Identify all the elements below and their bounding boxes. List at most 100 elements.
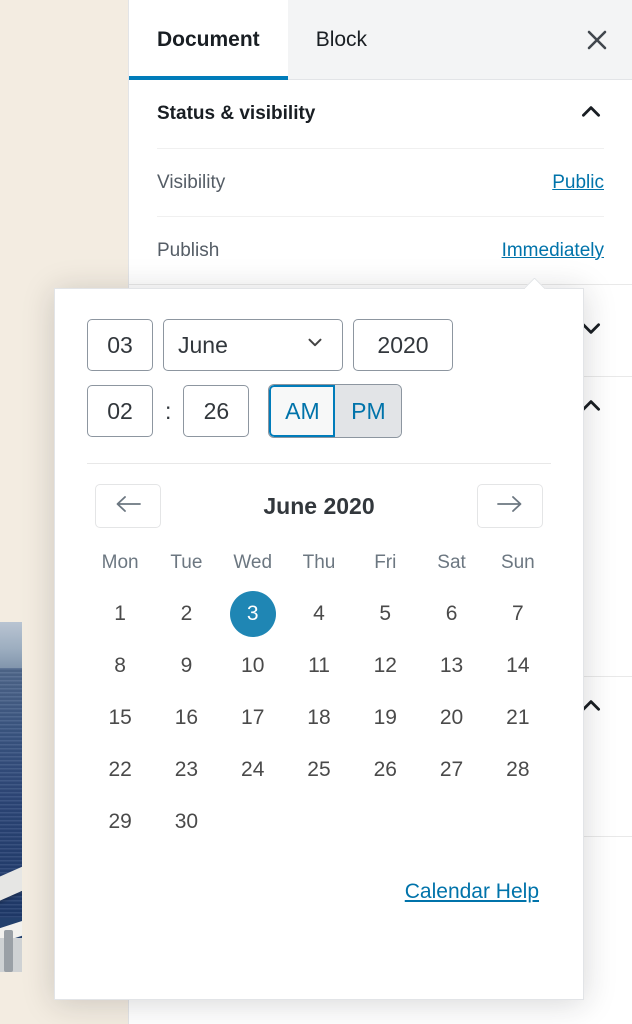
next-month-button[interactable]: [477, 484, 543, 528]
calendar-body: 1 2 3 4 5 6 7 8 9 10 11 12 13 14 15 16 17 18 19 20 21 22 23 24 2…: [87, 588, 551, 848]
calendar-day-2[interactable]: 2: [163, 591, 209, 637]
am-button[interactable]: AM: [269, 385, 336, 437]
calendar-day-23[interactable]: 23: [163, 747, 209, 793]
calendar-day-6[interactable]: 6: [429, 591, 475, 637]
arrow-left-icon: [113, 493, 143, 520]
calendar-cell: 5: [352, 588, 418, 640]
calendar-day-22[interactable]: 22: [97, 747, 143, 793]
calendar-day-14[interactable]: 14: [495, 643, 541, 689]
calendar-cell: 22: [87, 744, 153, 796]
calendar-day-29[interactable]: 29: [97, 799, 143, 845]
popover-arrow: [525, 278, 547, 289]
calendar-day-4[interactable]: 4: [296, 591, 342, 637]
publish-label: Publish: [157, 239, 220, 261]
calendar-day-21[interactable]: 21: [495, 695, 541, 741]
minute-input[interactable]: 26: [183, 385, 250, 437]
calendar-cell: 19: [352, 692, 418, 744]
tab-block[interactable]: Block: [288, 0, 395, 79]
calendar-cell: 15: [87, 692, 153, 744]
calendar-day-8[interactable]: 8: [97, 643, 143, 689]
publish-value-link[interactable]: Immediately: [502, 240, 604, 262]
status-visibility-header[interactable]: Status & visibility: [157, 80, 604, 148]
calendar-day-28[interactable]: 28: [495, 747, 541, 793]
weekday-mon: Mon: [101, 552, 139, 573]
calendar-day-empty: [296, 797, 342, 843]
weekday-fri: Fri: [374, 552, 397, 573]
calendar-cell: 18: [286, 692, 352, 744]
calendar-cell: 27: [418, 744, 484, 796]
weekday-tue: Tue: [170, 552, 203, 573]
calendar-cell: 16: [153, 692, 219, 744]
calendar-day-17[interactable]: 17: [230, 695, 276, 741]
calendar-day-19[interactable]: 19: [362, 695, 408, 741]
calendar-cell: 25: [286, 744, 352, 796]
calendar-cell: 26: [352, 744, 418, 796]
calendar-week-row: 15 16 17 18 19 20 21: [87, 692, 551, 744]
calendar-cell: 12: [352, 640, 418, 692]
day-input[interactable]: 03: [87, 319, 153, 371]
calendar-day-26[interactable]: 26: [362, 747, 408, 793]
calendar-day-18[interactable]: 18: [296, 695, 342, 741]
calendar-day-16[interactable]: 16: [163, 695, 209, 741]
visibility-label: Visibility: [157, 171, 226, 193]
calendar-week-row: 8 9 10 11 12 13 14: [87, 640, 551, 692]
calendar-day-20[interactable]: 20: [429, 695, 475, 741]
calendar-day-12[interactable]: 12: [362, 643, 408, 689]
calendar-cell: 21: [485, 692, 551, 744]
tab-document[interactable]: Document: [129, 0, 288, 80]
chevron-up-icon[interactable]: [578, 99, 604, 130]
calendar-cell: 24: [220, 744, 286, 796]
calendar-day-3[interactable]: 3: [229, 591, 276, 637]
calendar-cell: 23: [153, 744, 219, 796]
weekday-sat: Sat: [437, 552, 466, 573]
calendar-cell: 9: [153, 640, 219, 692]
month-select[interactable]: June: [163, 319, 343, 371]
hour-input[interactable]: 02: [87, 385, 153, 437]
calendar-day-11[interactable]: 11: [296, 643, 342, 689]
calendar-day-10[interactable]: 10: [230, 643, 276, 689]
calendar-help-link[interactable]: Calendar Help: [405, 880, 539, 904]
weekday-thu: Thu: [302, 552, 336, 573]
calendar-day-24[interactable]: 24: [230, 747, 276, 793]
calendar-day-13[interactable]: 13: [429, 643, 475, 689]
calendar-cell: 4: [286, 588, 352, 640]
calendar-cell: 10: [220, 640, 286, 692]
image-sky: [0, 622, 22, 670]
calendar-day-9[interactable]: 9: [163, 643, 209, 689]
calendar-day-7[interactable]: 7: [495, 591, 541, 637]
calendar-cell: 6: [418, 588, 484, 640]
popover-divider: [87, 463, 551, 464]
publish-row: Publish Immediately: [157, 216, 604, 284]
calendar-cell: 20: [418, 692, 484, 744]
calendar-cell: [418, 796, 484, 848]
calendar-help-row: Calendar Help: [87, 848, 551, 904]
calendar-day-1[interactable]: 1: [97, 591, 143, 637]
calendar-cell: [352, 796, 418, 848]
weekday-sun: Sun: [500, 552, 535, 573]
calendar-day-30[interactable]: 30: [163, 799, 209, 845]
calendar-cell: 2: [153, 588, 219, 640]
close-sidebar-button[interactable]: [562, 0, 632, 79]
calendar-cell: 1: [87, 588, 153, 640]
previous-month-button[interactable]: [95, 484, 161, 528]
calendar-day-empty: [230, 797, 276, 843]
calendar-week-row: 22 23 24 25 26 27 28: [87, 744, 551, 796]
calendar-day-5[interactable]: 5: [362, 591, 408, 637]
calendar-title: June 2020: [263, 492, 375, 519]
time-fields-row: 02 : 26 AM PM: [87, 385, 551, 437]
calendar-grid: Mon Tue Wed Thu Fri Sat Sun 1 2 3 4 5 6 7 8 9 10 1…: [87, 546, 551, 848]
visibility-value-link[interactable]: Public: [552, 172, 604, 194]
pm-button[interactable]: PM: [335, 385, 402, 437]
calendar-day-25[interactable]: 25: [296, 747, 342, 793]
sidebar-tabbar: Document Block: [129, 0, 632, 80]
year-input[interactable]: 2020: [353, 319, 453, 371]
weekday-wed: Wed: [233, 552, 273, 573]
calendar-cell: 3: [220, 588, 286, 640]
calendar-day-27[interactable]: 27: [429, 747, 475, 793]
featured-image: [0, 622, 22, 972]
calendar-day-empty: [495, 797, 541, 843]
calendar-day-15[interactable]: 15: [97, 695, 143, 741]
month-select-value: June: [178, 331, 228, 358]
calendar-cell: [286, 796, 352, 848]
calendar-cell: 13: [418, 640, 484, 692]
